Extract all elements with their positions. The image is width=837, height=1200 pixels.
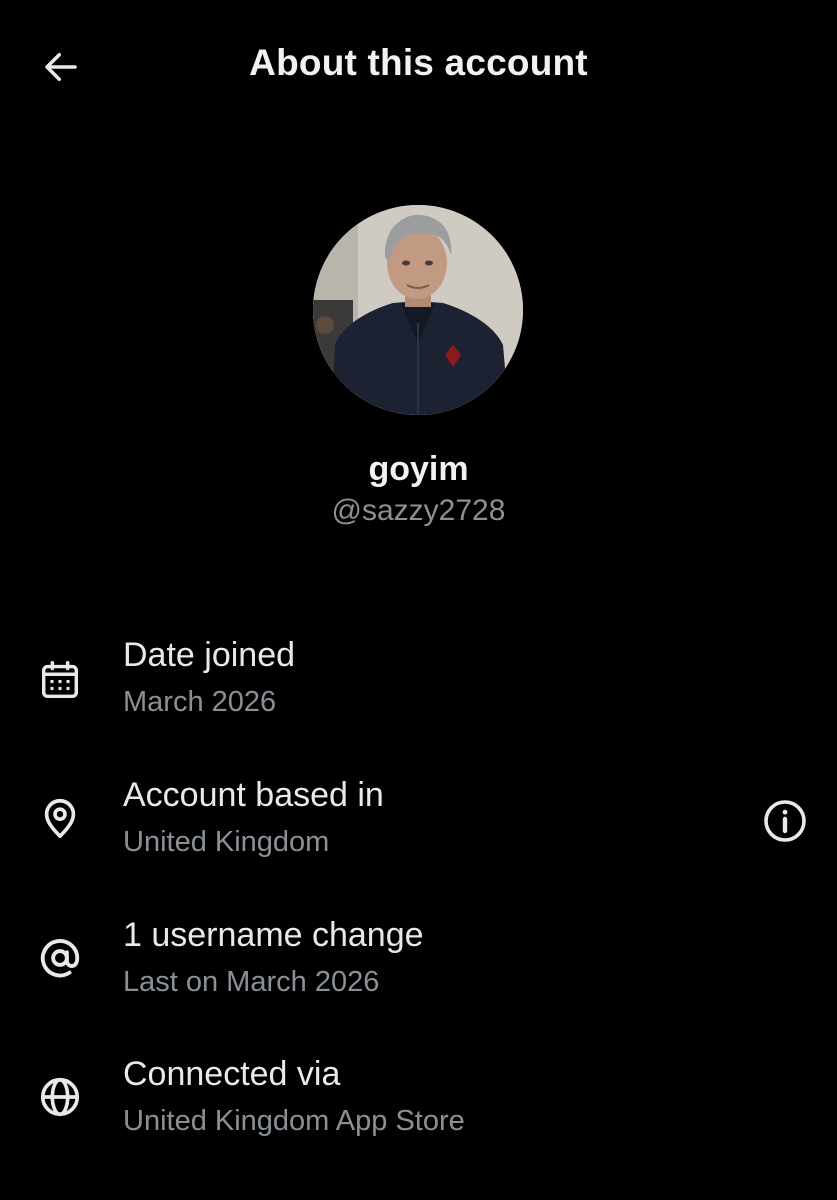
connected-via-label: Connected via (123, 1055, 341, 1093)
username-change-label: 1 username change (123, 916, 424, 954)
page-title: About this account (249, 42, 588, 83)
avatar[interactable] (313, 205, 523, 415)
display-name: goyim (368, 450, 469, 488)
username-change-value: Last on March 2026 (123, 966, 380, 998)
globe-icon (36, 1073, 84, 1121)
account-based-in-row: Account based in United Kingdom (0, 776, 837, 896)
calendar-icon (36, 656, 84, 704)
info-icon (764, 800, 806, 842)
connected-via-value: United Kingdom App Store (123, 1105, 465, 1137)
username-change-row: 1 username change Last on March 2026 (0, 916, 837, 1036)
date-joined-row: Date joined March 2026 (0, 636, 837, 756)
account-based-in-value: United Kingdom (123, 826, 330, 858)
profile-photo (313, 205, 523, 415)
at-sign-icon (36, 934, 84, 982)
location-pin-icon (36, 794, 84, 842)
connected-via-row: Connected via United Kingdom App Store (0, 1055, 837, 1175)
date-joined-value: March 2026 (123, 686, 277, 718)
username-handle: @sazzy2728 (331, 494, 506, 527)
date-joined-label: Date joined (123, 636, 296, 674)
top-bar: About this account (0, 0, 837, 132)
account-based-in-label: Account based in (123, 776, 384, 814)
info-button[interactable] (760, 796, 810, 846)
